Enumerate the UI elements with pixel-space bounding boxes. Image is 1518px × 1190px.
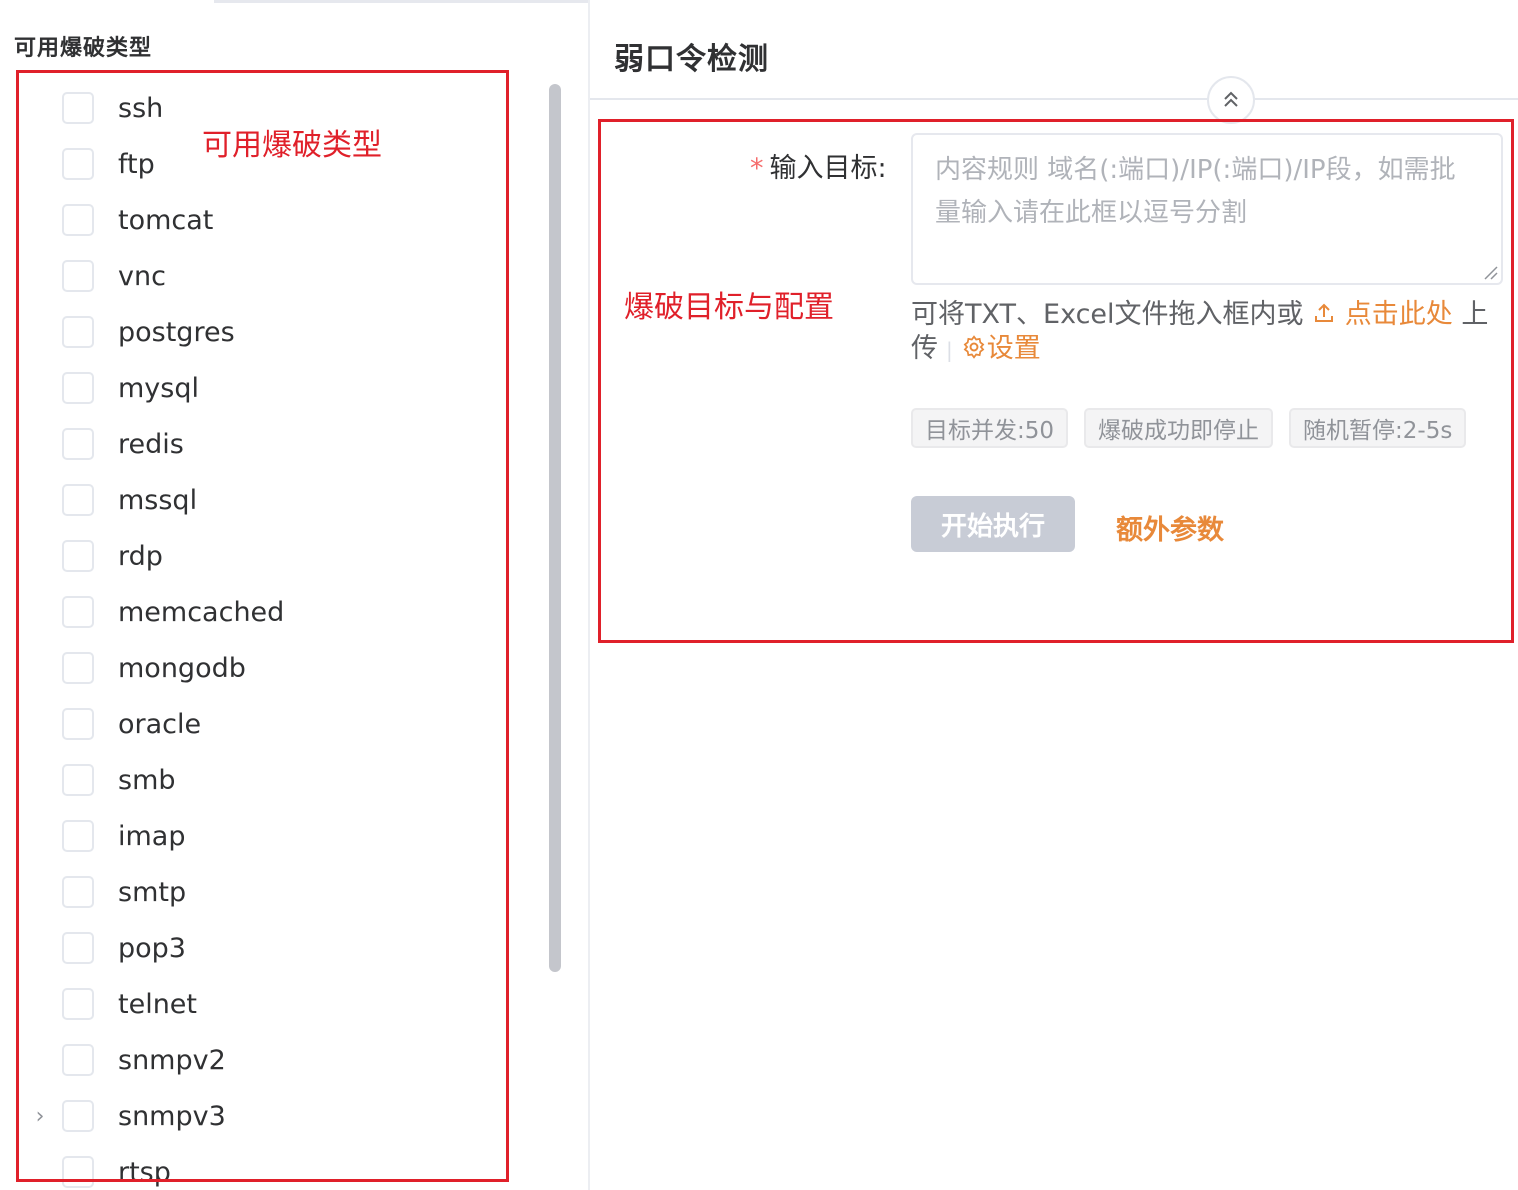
page-title: 弱口令检测 xyxy=(614,42,769,77)
annotation-box-types xyxy=(16,70,509,1182)
types-panel-title: 可用爆破类型 xyxy=(14,36,153,61)
app-root: 可用爆破类型 ssh ftp tomcat vnc postgres mysql redis… xyxy=(0,0,1518,1190)
header-divider xyxy=(590,98,1518,100)
annotation-box-config xyxy=(598,119,1514,643)
types-scrollbar[interactable] xyxy=(549,84,561,974)
scrollbar-thumb[interactable] xyxy=(549,84,561,972)
top-divider xyxy=(214,0,588,3)
panel-divider xyxy=(588,0,590,1190)
collapse-button[interactable] xyxy=(1207,76,1255,124)
annotation-label-types: 可用爆破类型 xyxy=(202,128,382,163)
double-chevron-up-icon xyxy=(1224,91,1238,107)
annotation-label-config: 爆破目标与配置 xyxy=(624,290,834,325)
